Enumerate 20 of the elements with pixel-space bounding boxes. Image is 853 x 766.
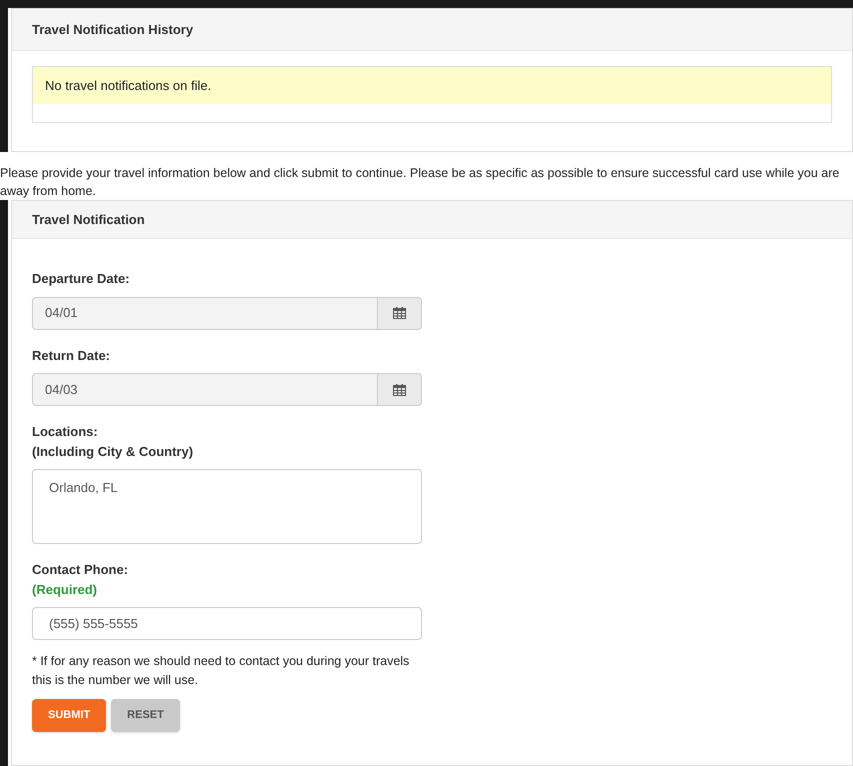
alert-message: No travel notifications on file. [45, 76, 212, 95]
phone-field[interactable]: (555) 555-5555 [32, 607, 422, 640]
panel-title: Travel Notification History [32, 20, 194, 39]
phone-note: * If for any reason we should need to contact you during your travels this is the number we will use. [32, 653, 410, 689]
date-field[interactable]: 04/03 [32, 373, 378, 406]
calendar-button[interactable] [378, 373, 422, 406]
field-label: Locations: [32, 423, 99, 441]
field-label: Departure Date: [32, 270, 131, 288]
calendar-icon [393, 384, 406, 396]
reset-button[interactable]: RESET [111, 699, 180, 732]
locations-field[interactable]: Orlando, FL [32, 469, 422, 544]
field-label: Return Date: [32, 346, 112, 364]
date-field[interactable]: 04/01 [32, 296, 378, 330]
calendar-button[interactable] [378, 296, 422, 330]
panel-title: Travel Notification [32, 210, 145, 229]
field-sublabel: (Including City & Country) [32, 442, 194, 461]
intro-text: Please provide your travel information below and click submit to continue. Please be as specific as possible to ensure successful card use while you are away from home. [0, 165, 840, 200]
required-label: (Required) [32, 580, 98, 599]
calendar-icon [393, 307, 406, 319]
field-label: Contact Phone: [32, 561, 130, 579]
